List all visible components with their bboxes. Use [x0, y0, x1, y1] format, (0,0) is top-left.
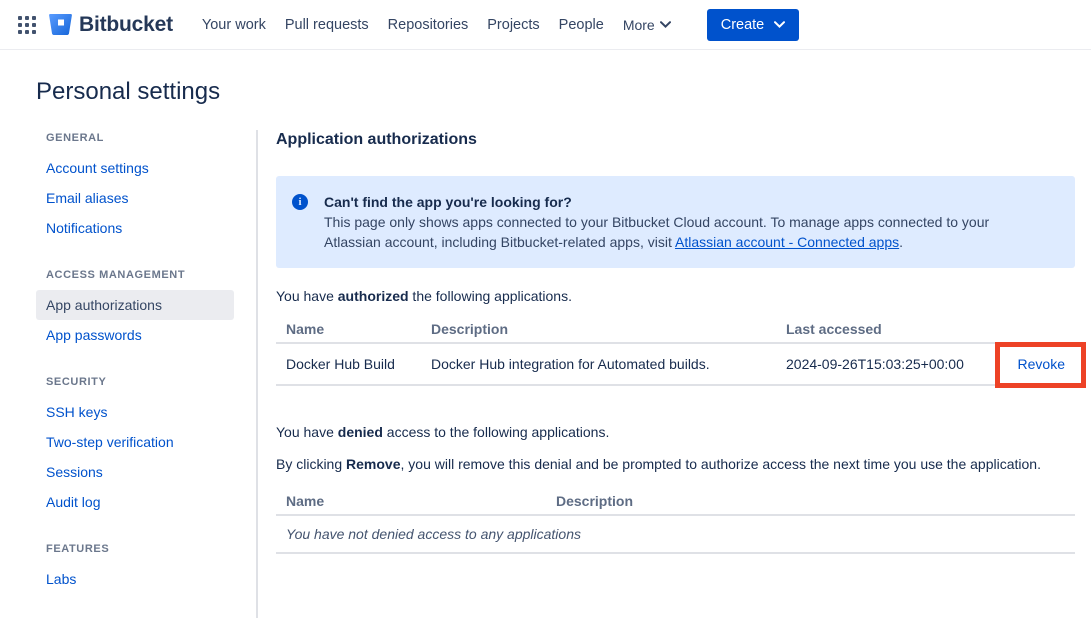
sidebar-item-ssh-keys[interactable]: SSH keys	[36, 397, 234, 427]
column-header-name: Name	[276, 316, 421, 342]
connected-apps-link[interactable]: Atlassian account - Connected apps	[675, 234, 899, 250]
nav-projects[interactable]: Projects	[487, 17, 539, 33]
chevron-down-icon	[660, 21, 671, 28]
sidebar-item-app-authorizations[interactable]: App authorizations	[36, 290, 234, 320]
table-header-row: Name Description Last accessed	[276, 316, 1075, 344]
table-header-row: Name Description	[276, 488, 1075, 516]
sidebar-section-general: GENERAL Account settings Email aliases N…	[36, 130, 234, 243]
bitbucket-logo[interactable]: Bitbucket	[49, 13, 173, 37]
info-body-period: .	[899, 234, 903, 250]
sidebar-item-sessions[interactable]: Sessions	[36, 457, 234, 487]
nav-your-work[interactable]: Your work	[202, 17, 266, 33]
action-cell: Revoke	[975, 344, 1075, 384]
last-accessed-cell: 2024-09-26T15:03:25+00:00	[776, 344, 975, 384]
sidebar-section-features: FEATURES Labs	[36, 541, 234, 594]
page-title: Personal settings	[36, 76, 1091, 108]
authorized-intro: You have authorized the following applic…	[276, 286, 1075, 306]
top-navigation-bar: Bitbucket Your work Pull requests Reposi…	[0, 0, 1091, 50]
sidebar-item-notifications[interactable]: Notifications	[36, 213, 234, 243]
denied-apps-table: Name Description You have not denied acc…	[276, 488, 1075, 554]
app-switcher-icon[interactable]	[18, 16, 36, 34]
table-empty-row: You have not denied access to any applic…	[276, 516, 1075, 554]
sidebar-item-labs[interactable]: Labs	[36, 564, 234, 594]
column-header-description: Description	[421, 316, 776, 342]
sidebar-item-app-passwords[interactable]: App passwords	[36, 320, 234, 350]
sidebar-heading-access-management: ACCESS MANAGEMENT	[46, 267, 234, 283]
app-description-cell: Docker Hub integration for Automated bui…	[421, 344, 776, 384]
primary-nav: Your work Pull requests Repositories Pro…	[202, 17, 671, 33]
sidebar-item-two-step-verification[interactable]: Two-step verification	[36, 427, 234, 457]
table-row: Docker Hub Build Docker Hub integration …	[276, 344, 1075, 386]
sidebar-heading-general: GENERAL	[46, 130, 234, 146]
info-panel: i Can't find the app you're looking for?…	[276, 176, 1075, 268]
nav-more-label: More	[623, 17, 655, 33]
remove-note: By clicking Remove, you will remove this…	[276, 454, 1075, 474]
info-panel-title: Can't find the app you're looking for?	[324, 192, 1044, 212]
sidebar-item-account-settings[interactable]: Account settings	[36, 153, 234, 183]
column-header-name: Name	[276, 488, 546, 514]
bitbucket-logo-icon	[49, 14, 72, 35]
sidebar-item-audit-log[interactable]: Audit log	[36, 487, 234, 517]
sidebar-heading-security: SECURITY	[46, 374, 234, 390]
sidebar-item-email-aliases[interactable]: Email aliases	[36, 183, 234, 213]
column-header-description: Description	[546, 488, 1075, 514]
column-header-last-accessed: Last accessed	[776, 316, 975, 342]
revoke-link[interactable]: Revoke	[1018, 356, 1065, 372]
chevron-down-icon	[774, 21, 785, 28]
nav-more-dropdown[interactable]: More	[623, 17, 671, 33]
nav-people[interactable]: People	[559, 17, 604, 33]
empty-state-text: You have not denied access to any applic…	[276, 516, 1075, 552]
info-panel-text: Can't find the app you're looking for? T…	[324, 192, 1044, 252]
create-button[interactable]: Create	[707, 9, 800, 41]
section-heading: Application authorizations	[276, 130, 1075, 150]
info-icon: i	[292, 194, 308, 210]
settings-layout: GENERAL Account settings Email aliases N…	[0, 130, 1091, 618]
main-content: Application authorizations i Can't find …	[256, 130, 1091, 618]
sidebar-section-access-management: ACCESS MANAGEMENT App authorizations App…	[36, 267, 234, 350]
create-button-label: Create	[721, 17, 765, 33]
denied-intro: You have denied access to the following …	[276, 422, 1075, 442]
bitbucket-wordmark: Bitbucket	[79, 13, 173, 37]
sidebar-section-security: SECURITY SSH keys Two-step verification …	[36, 374, 234, 517]
authorized-apps-table: Name Description Last accessed Docker Hu…	[276, 316, 1075, 386]
sidebar-heading-features: FEATURES	[46, 541, 234, 557]
settings-sidebar: GENERAL Account settings Email aliases N…	[36, 130, 234, 618]
nav-pull-requests[interactable]: Pull requests	[285, 17, 369, 33]
nav-repositories[interactable]: Repositories	[388, 17, 469, 33]
app-name-cell: Docker Hub Build	[276, 344, 421, 384]
column-header-actions	[975, 316, 1075, 342]
info-panel-body: This page only shows apps connected to y…	[324, 212, 1044, 252]
